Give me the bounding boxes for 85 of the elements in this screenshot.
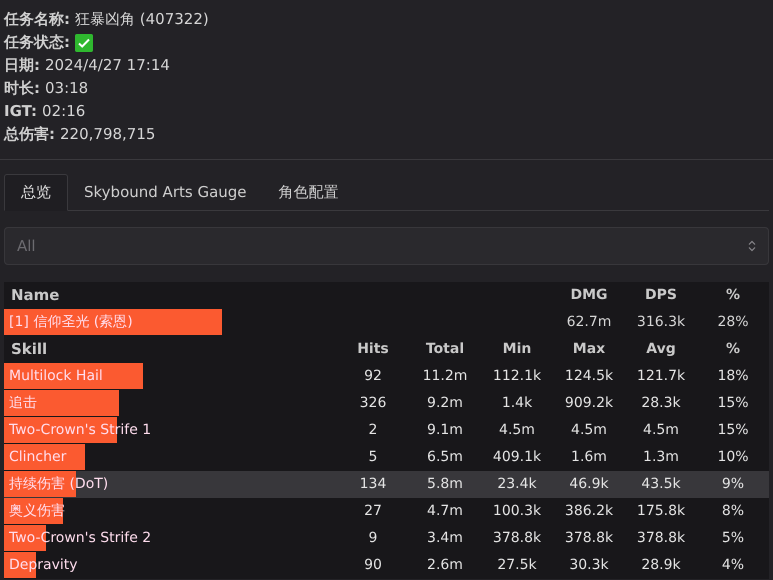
table-cell-text: 2 bbox=[368, 421, 378, 440]
column-header: Hits bbox=[357, 340, 389, 359]
tab[interactable]: 角色配置 bbox=[262, 174, 355, 210]
table-cell-text: 175.8k bbox=[636, 502, 686, 521]
table-cell-text: 124.5k bbox=[564, 367, 614, 386]
info-value: 03:18 bbox=[45, 78, 88, 100]
info-label: 总伤害: bbox=[4, 124, 55, 146]
info-value: 220,798,715 bbox=[60, 124, 156, 146]
info-label: 任务名称: bbox=[4, 9, 70, 30]
table-cell-text: 28% bbox=[717, 313, 749, 332]
table-cell-text: 62.7m bbox=[566, 313, 612, 332]
table-cell-text: 92 bbox=[364, 367, 382, 386]
table-cell-text: 10% bbox=[717, 448, 749, 467]
column-header: DMG bbox=[570, 286, 608, 305]
table-cell-text: 100.3k bbox=[492, 502, 542, 521]
table-cell-text: 6.5m bbox=[427, 448, 463, 467]
table-cell-text: 5% bbox=[722, 529, 744, 548]
table-cell-text: 1.3m bbox=[643, 448, 679, 467]
table-cell-text: 90 bbox=[364, 556, 382, 575]
table-cell-text: 4.5m bbox=[499, 421, 535, 440]
table-cell-text: 1.6m bbox=[571, 448, 607, 467]
info-value: 02:16 bbox=[42, 101, 86, 122]
table-cell-text: 409.1k bbox=[492, 448, 542, 467]
table-cell-text: 8% bbox=[722, 502, 744, 521]
skill-name: Clincher bbox=[8, 448, 68, 467]
column-header: DPS bbox=[645, 286, 677, 305]
table-cell-text: 326 bbox=[360, 394, 386, 413]
chevron-up-down-icon bbox=[748, 240, 756, 252]
skill-row[interactable]: Multilock Hail 92 11.2m 112.1k 124.5k 121.7k 18% bbox=[4, 363, 769, 390]
table-cell-text: 46.9k bbox=[569, 475, 609, 494]
table-cell-text: 4.5m bbox=[571, 421, 607, 440]
info-label: 时长: bbox=[4, 78, 40, 100]
table-cell-text: 121.7k bbox=[636, 367, 686, 386]
table-cell-text: 378.8k bbox=[564, 529, 614, 548]
select-placeholder: All bbox=[17, 236, 36, 257]
table-cell-text: 386.2k bbox=[564, 502, 614, 521]
table-cell-text: 30.3k bbox=[569, 556, 609, 575]
column-header: Name bbox=[10, 285, 60, 306]
table-cell-text: 378.8k bbox=[636, 529, 686, 548]
table-cell-text: 9.1m bbox=[427, 421, 463, 440]
table-cell-text: 9% bbox=[722, 475, 744, 494]
column-header: Max bbox=[572, 340, 606, 359]
skill-name: 追击 bbox=[8, 394, 38, 413]
tab[interactable]: 总览 bbox=[4, 174, 68, 211]
table-cell-text: 27 bbox=[364, 502, 382, 521]
table-cell-text: 28.9k bbox=[641, 556, 681, 575]
skill-row[interactable]: 追击 326 9.2m 1.4k 909.2k 28.3k 15% bbox=[4, 390, 769, 417]
info-value: 狂暴凶角 (407322) bbox=[75, 9, 209, 30]
table-cell-text: 15% bbox=[717, 421, 749, 440]
table-cell-text: 378.8k bbox=[492, 529, 542, 548]
table-cell-text: 15% bbox=[717, 394, 749, 413]
table-cell-text: 18% bbox=[717, 367, 749, 386]
table-cell-text: 5 bbox=[368, 448, 378, 467]
column-header: Skill bbox=[10, 339, 48, 360]
table-cell-text: 4.7m bbox=[427, 502, 463, 521]
skill-name: Multilock Hail bbox=[8, 367, 104, 386]
column-header: Min bbox=[502, 340, 532, 359]
player-name: [1] 信仰圣光 (索恩) bbox=[8, 313, 134, 332]
table-cell-text: 3.4m bbox=[427, 529, 463, 548]
skill-row[interactable]: Clincher 5 6.5m 409.1k 1.6m 1.3m 10% bbox=[4, 444, 769, 471]
table-cell-text: 2.6m bbox=[427, 556, 463, 575]
tab[interactable]: Skybound Arts Gauge bbox=[68, 174, 263, 210]
table-cell-text: 134 bbox=[360, 475, 386, 494]
table-cell-text: 23.4k bbox=[497, 475, 537, 494]
table-cell-text: 1.4k bbox=[502, 394, 532, 413]
table-cell-text: 9 bbox=[368, 529, 378, 548]
info-label: 任务状态: bbox=[4, 32, 70, 54]
info-label: IGT: bbox=[4, 101, 38, 122]
table-cell-text: 4.5m bbox=[643, 421, 679, 440]
table-cell-text: 28.3k bbox=[641, 394, 681, 413]
info-value: 2024/4/27 17:14 bbox=[45, 55, 170, 76]
table-cell-text: 11.2m bbox=[422, 367, 468, 386]
column-header: Avg bbox=[646, 340, 676, 359]
table-cell-text: 43.5k bbox=[641, 475, 681, 494]
table-cell-text: 316.3k bbox=[636, 313, 686, 332]
info-label: 日期: bbox=[4, 55, 40, 76]
column-header: Total bbox=[426, 340, 464, 359]
table-cell-text: 27.5k bbox=[497, 556, 537, 575]
table-cell-text: 9.2m bbox=[427, 394, 463, 413]
column-header: % bbox=[726, 340, 740, 359]
column-header: % bbox=[726, 286, 740, 305]
table-cell-text: 4% bbox=[722, 556, 744, 575]
table-cell-text: 112.1k bbox=[492, 367, 542, 386]
table-cell-text: 5.8m bbox=[427, 475, 463, 494]
table-cell-text: 909.2k bbox=[564, 394, 614, 413]
